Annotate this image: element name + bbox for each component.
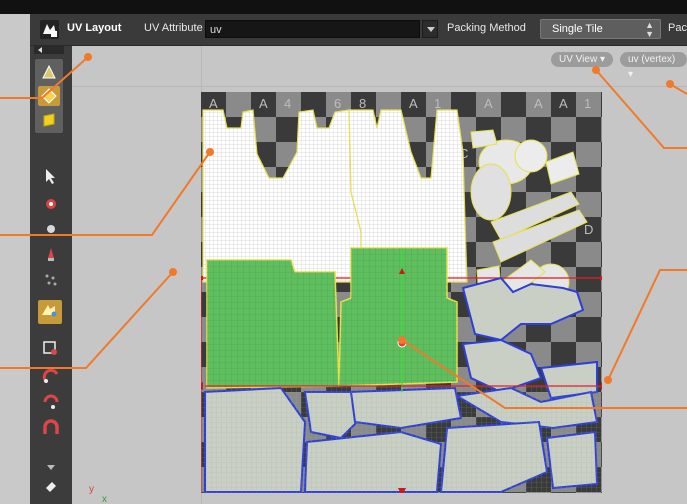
uv-grid-letter: A <box>209 96 218 111</box>
window-top-bar <box>0 0 687 14</box>
tool-shelf <box>30 46 72 504</box>
uv-grid-letter: 1 <box>584 96 591 111</box>
layout-handle-tool-icon[interactable] <box>38 300 62 324</box>
packing-method-value: Single Tile <box>552 23 603 35</box>
uv-layout-icon <box>40 20 59 39</box>
axis-x-label: x <box>102 494 107 504</box>
uv-tool-group <box>35 59 63 133</box>
tool-parameter-bar: UV Layout UV Attribute uv Packing Method… <box>30 14 687 46</box>
uv-layout-tool-icon[interactable] <box>38 86 60 106</box>
uv-grid-letter: A <box>484 96 493 111</box>
uv-grid-letter: A <box>534 96 543 111</box>
scatter-tool-icon[interactable] <box>40 269 62 289</box>
brush-tool-icon[interactable] <box>40 244 62 264</box>
magnet-tool-icon[interactable] <box>40 366 62 386</box>
uv-grid-letter: 8 <box>359 96 366 111</box>
handle-left-arrow-icon[interactable] <box>201 382 203 390</box>
paint-tool-icon[interactable] <box>40 194 62 214</box>
packing-method-label: Packing Method <box>447 22 526 34</box>
uv-attribute-dropdown-button[interactable] <box>422 20 438 38</box>
uv-attribute-view-label: uv (vertex) <box>628 54 676 65</box>
handle-right-arrow-icon[interactable] <box>601 382 602 390</box>
uv-grid-letter: A <box>559 96 568 111</box>
uv-grid-letter: 4 <box>284 96 291 111</box>
view-down-icon[interactable] <box>40 458 62 478</box>
point-tool-icon[interactable] <box>40 219 62 239</box>
layout-pivot[interactable] <box>397 338 407 348</box>
updown-arrows-icon: ▲ ▼ <box>645 20 654 39</box>
tool-title: UV Layout <box>67 22 122 34</box>
uv-grid-letter: A <box>409 96 418 111</box>
collapse-shelf-handle[interactable] <box>34 46 64 54</box>
uv-grid-letter: 1 <box>434 96 441 111</box>
uv-attribute-field[interactable]: uv <box>205 20 420 38</box>
uv-attribute-view-menu[interactable]: uv (vertex) ▾ <box>620 52 687 80</box>
uv-grid-letter: 6 <box>334 96 341 111</box>
uv-viewport[interactable]: UV View ▾ uv (vertex) ▾ A A 4 6 8 A 1 A … <box>72 46 687 504</box>
truncated-parameter-label: Pac <box>668 22 687 34</box>
uv-attribute-label: UV Attribute <box>144 22 203 34</box>
pan-tool-icon[interactable] <box>40 476 62 496</box>
packing-method-select[interactable]: Single Tile ▲ ▼ <box>540 19 661 39</box>
uv-flatten-tool-icon[interactable] <box>38 62 60 82</box>
uv-transform-tool-icon[interactable] <box>38 110 60 130</box>
select-tool-icon[interactable] <box>40 166 62 186</box>
uv-view-menu-label: UV View <box>559 54 598 65</box>
viewport-grid-line <box>72 86 687 87</box>
uv-tile[interactable]: AA468A1AAA16CD6BD <box>201 92 602 493</box>
uv-view-menu[interactable]: UV View ▾ <box>551 52 613 67</box>
uv-grid-letter: A <box>259 96 268 111</box>
axis-y-label: y <box>89 484 94 495</box>
region-tool-icon[interactable] <box>40 338 62 358</box>
magnet-red-tool-icon[interactable] <box>40 392 62 412</box>
magnet-large-tool-icon[interactable] <box>40 418 62 438</box>
